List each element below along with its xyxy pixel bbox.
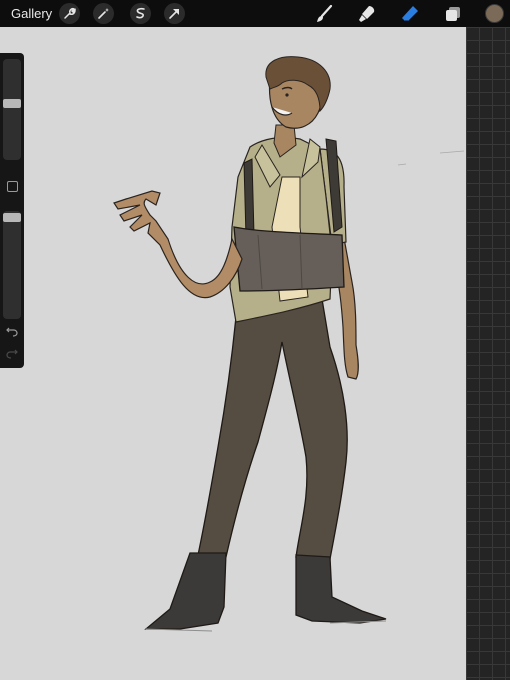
- brush-size-slider[interactable]: [3, 59, 21, 160]
- modify-button[interactable]: [7, 181, 18, 192]
- smudge-icon[interactable]: [356, 3, 378, 25]
- redo-icon[interactable]: [5, 346, 19, 360]
- wrench-icon[interactable]: [59, 3, 80, 24]
- brush-icon[interactable]: [313, 3, 335, 25]
- left-sidebar: [0, 53, 24, 368]
- brush-size-knob[interactable]: [3, 99, 21, 108]
- undo-icon[interactable]: [5, 324, 19, 338]
- color-swatch[interactable]: [485, 4, 504, 23]
- transform-arrow-icon[interactable]: [164, 3, 185, 24]
- magic-wand-icon[interactable]: [93, 3, 114, 24]
- gallery-button[interactable]: Gallery: [11, 6, 52, 21]
- opacity-knob[interactable]: [3, 213, 21, 222]
- eraser-icon[interactable]: [399, 3, 421, 25]
- top-toolbar: Gallery: [0, 0, 510, 27]
- opacity-slider[interactable]: [3, 211, 21, 319]
- reference-grid: [466, 27, 510, 680]
- layers-icon[interactable]: [442, 3, 464, 25]
- drawing-canvas[interactable]: [0, 27, 466, 680]
- selection-icon[interactable]: [130, 3, 151, 24]
- character-illustration: [113, 56, 465, 632]
